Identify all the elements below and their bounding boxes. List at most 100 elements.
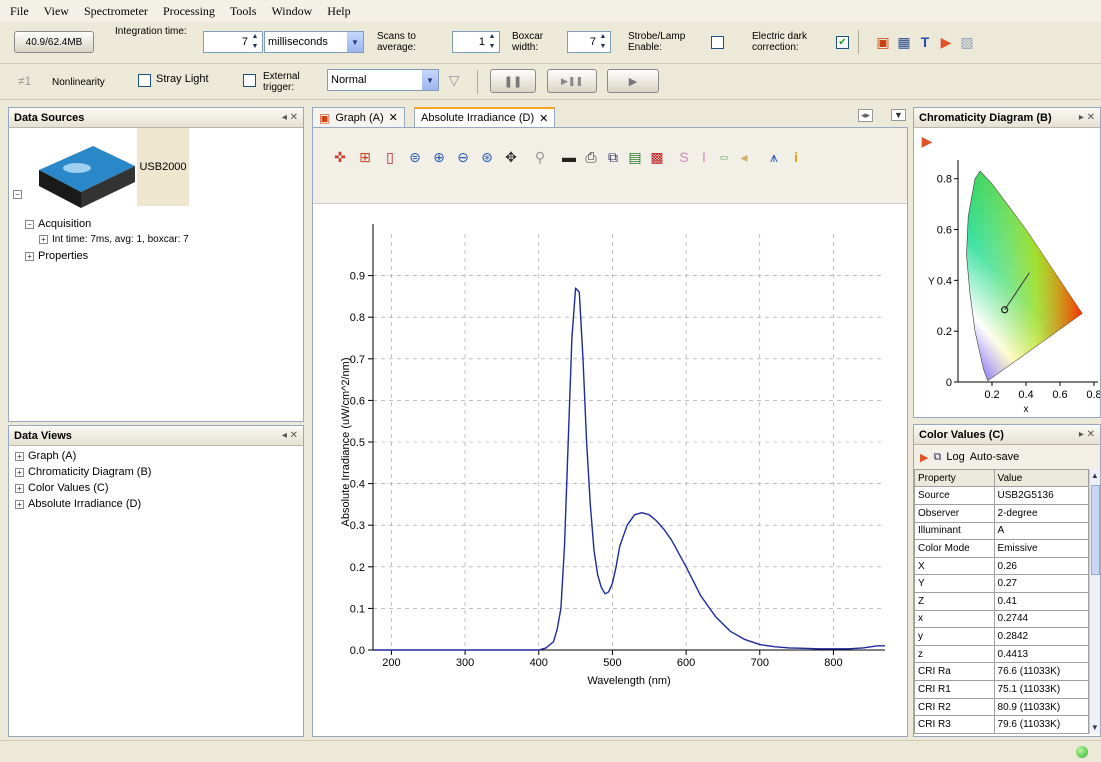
straylight-checkbox[interactable] (138, 74, 151, 87)
table-row[interactable]: CRI R2 80.9 (11033K) (914, 697, 1089, 717)
expand-icon[interactable]: + (25, 251, 34, 261)
expand-icon[interactable]: + (15, 499, 24, 509)
table-row[interactable]: Color Mode Emissive (914, 539, 1089, 558)
filter-icon[interactable]: ▽ (445, 71, 463, 89)
grid-icon[interactable]: ⊞ (356, 148, 374, 166)
table-row[interactable]: X 0.26 (914, 556, 1089, 576)
step-button[interactable]: ▶❚❚ (547, 69, 597, 93)
cursor-icon[interactable]: ✜ (331, 148, 349, 166)
table-row[interactable]: Z 0.41 (914, 592, 1089, 611)
scroll-thumb[interactable] (1090, 485, 1100, 575)
pan-icon[interactable]: ✥ (502, 148, 520, 166)
table-row[interactable]: z 0.4413 (914, 644, 1089, 664)
strobe-checkbox[interactable] (711, 36, 724, 49)
zoom-out-icon[interactable]: ⊖ (454, 148, 472, 166)
chromaticity-icon[interactable]: ▶ (920, 451, 928, 464)
spinner-arrows-icon[interactable]: ▲ ▼ (487, 32, 497, 52)
tab-absolute-irradiance[interactable]: Absolute Irradiance (D) ✕ (414, 107, 556, 127)
table-row[interactable]: y 0.2842 (914, 627, 1089, 646)
data-view-item[interactable]: + Color Values (C) (15, 480, 303, 496)
zoom-in-icon[interactable]: ⊕ (430, 148, 448, 166)
table-row[interactable]: CRI Ra 76.6 (11033K) (914, 662, 1089, 682)
expand-icon[interactable]: + (15, 483, 24, 493)
menu-processing[interactable]: Processing (163, 4, 215, 19)
table-scrollbar[interactable]: ▲ ▼ (1088, 469, 1100, 734)
scans-spinner[interactable]: 1 ▲ ▼ (452, 31, 500, 53)
export-icon[interactable]: ▤ (626, 148, 644, 166)
table-row[interactable]: Observer 2-degree (914, 504, 1089, 523)
panel-close-icon[interactable]: ◂ ✕ (282, 430, 298, 441)
property-cell: Z (914, 592, 995, 611)
tab-scroll-icon[interactable]: ◂▸ (858, 109, 874, 122)
pause-button[interactable]: ❚❚ (490, 69, 536, 93)
integration-time-spinner[interactable]: 7 ▲ ▼ (203, 31, 263, 53)
device-label[interactable]: USB2000 (137, 128, 189, 206)
zoom-box-icon[interactable]: ⊜ (406, 148, 424, 166)
memory-button[interactable]: 40.9/62.4MB (14, 31, 94, 53)
log-button[interactable]: Log (946, 451, 964, 463)
zoom-fit-icon[interactable]: ⊛ (478, 148, 496, 166)
menu-spectrometer[interactable]: Spectrometer (84, 4, 148, 19)
menu-help[interactable]: Help (327, 4, 350, 19)
acquisition-node[interactable]: − Acquisition (19, 216, 91, 232)
panel-dock-icon[interactable]: ▸ ✕ (1079, 112, 1095, 123)
menu-file[interactable]: File (10, 4, 29, 19)
tab-close-icon[interactable]: ✕ (389, 111, 398, 124)
column-header-property[interactable]: Property (914, 468, 995, 488)
spectral-icon[interactable]: ⩚ (765, 148, 783, 166)
trigger-mode-select[interactable]: Normal ▼ (327, 69, 439, 91)
expand-icon[interactable]: + (15, 451, 24, 461)
boxcar-spinner[interactable]: 7 ▲ ▼ (567, 31, 611, 53)
external-trigger-checkbox[interactable] (243, 74, 256, 87)
print-icon[interactable]: ⎙ (582, 148, 600, 166)
spinner-arrows-icon[interactable]: ▲ ▼ (250, 32, 260, 52)
data-view-item[interactable]: + Absolute Irradiance (D) (15, 496, 303, 512)
data-view-item[interactable]: + Chromaticity Diagram (B) (15, 464, 303, 480)
menu-view[interactable]: View (44, 4, 69, 19)
info-icon[interactable]: i (787, 148, 805, 166)
scale-y-icon[interactable]: ▯ (381, 148, 399, 166)
acquisition-detail-node[interactable]: + Int time: 7ms, avg: 1, boxcar: 7 (33, 232, 189, 248)
table-row[interactable]: Source USB2G5136 (914, 486, 1089, 505)
new-chromaticity-icon[interactable]: ▶ (937, 33, 955, 51)
column-header-value[interactable]: Value (993, 468, 1089, 488)
new-image-icon[interactable]: ▨ (958, 33, 976, 51)
spectrum-s-icon[interactable]: S (675, 148, 693, 166)
table-row[interactable]: CRI R1 75.1 (11033K) (914, 680, 1089, 699)
overlay-icon[interactable]: ▩ (648, 148, 666, 166)
spinner-arrows-icon[interactable]: ▲ ▼ (598, 32, 608, 52)
autosave-button[interactable]: Auto-save (970, 451, 1020, 463)
scroll-up-icon[interactable]: ▲ (1091, 471, 1099, 480)
panel-close-icon[interactable]: ◂ ✕ (282, 112, 298, 123)
integrate-icon[interactable]: I (695, 148, 713, 166)
table-row[interactable]: x 0.2744 (914, 609, 1089, 629)
tab-graph-a[interactable]: ▣ Graph (A) ✕ (312, 107, 405, 127)
menu-tools[interactable]: Tools (230, 4, 257, 19)
new-text-icon[interactable]: T (916, 33, 934, 51)
copy-icon[interactable]: ⧉ (933, 451, 941, 464)
data-view-item[interactable]: + Graph (A) (15, 448, 303, 464)
table-row[interactable]: Y 0.27 (914, 574, 1089, 594)
table-row[interactable]: CRI R3 79.6 (11033K) (914, 715, 1089, 734)
table-row[interactable]: Illuminant A (914, 521, 1089, 541)
play-button[interactable]: ▶ (607, 69, 659, 93)
scroll-down-icon[interactable]: ▼ (1091, 723, 1099, 732)
new-table-icon[interactable]: ▦ (895, 33, 913, 51)
tab-list-icon[interactable]: ▼ (891, 109, 906, 121)
new-graph-icon[interactable]: ▣ (874, 33, 892, 51)
collapse-icon[interactable]: − (25, 219, 34, 229)
menu-window[interactable]: Window (271, 4, 312, 19)
copy-icon[interactable]: ⧉ (604, 148, 622, 166)
tab-close-icon[interactable]: ✕ (539, 112, 548, 125)
expand-icon[interactable]: + (15, 467, 24, 477)
properties-node[interactable]: + Properties (19, 248, 88, 264)
save-icon[interactable]: ▬ (560, 148, 578, 166)
expand-icon[interactable]: + (39, 234, 48, 244)
pin-icon[interactable]: ⚲ (531, 148, 549, 166)
panel-dock-icon[interactable]: ▸ ✕ (1079, 429, 1095, 440)
integration-unit-select[interactable]: milliseconds ▼ (264, 31, 364, 53)
peak-icon[interactable]: ▭ (715, 148, 733, 166)
dark-correction-checkbox[interactable]: ✔ (836, 36, 849, 49)
reference-icon[interactable]: ◂ (735, 148, 753, 166)
device-expander[interactable]: − (13, 188, 26, 200)
